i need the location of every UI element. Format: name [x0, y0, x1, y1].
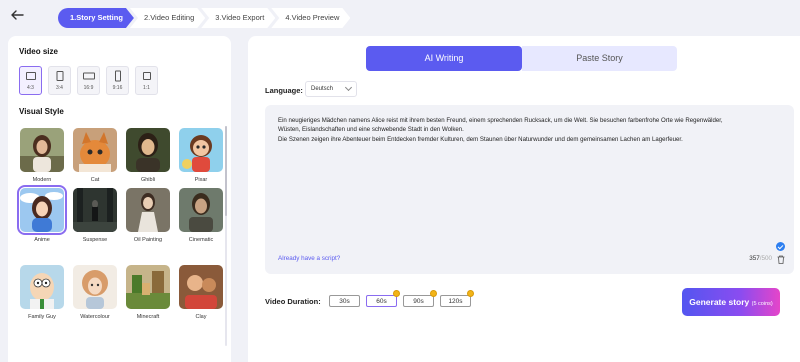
ratio-9-16-icon: [114, 70, 121, 82]
top-bar: 1.Story Setting 2.Video Editing 3.Video …: [0, 0, 800, 34]
visual-style-title: Visual Style: [19, 107, 64, 116]
story-line: Wüsten, Eislandschaften und eine schwebe…: [278, 126, 464, 134]
style-label: Cinematic: [188, 237, 214, 243]
generate-story-button[interactable]: Generate story (5 coins): [682, 288, 780, 316]
style-thumbnail: [126, 188, 170, 232]
size-label: 9:16: [112, 85, 123, 91]
tab-paste-story[interactable]: Paste Story: [522, 46, 677, 71]
size-label: 1:1: [143, 85, 150, 91]
chevron-down-icon: [344, 83, 353, 92]
duration-label: 90s: [413, 298, 424, 305]
style-thumbnail: [73, 265, 117, 309]
trash-icon[interactable]: [777, 255, 785, 264]
check-icon[interactable]: [776, 242, 785, 251]
step-video-export[interactable]: 3.Video Export: [201, 8, 275, 28]
duration-label: 30s: [339, 298, 350, 305]
style-thumbnail: [17, 185, 67, 235]
back-arrow-icon[interactable]: [10, 8, 24, 22]
coin-icon: [430, 290, 437, 297]
video-duration-options: 30s 60s 90s 120s: [329, 290, 474, 307]
size-option-9-16[interactable]: 9:16: [106, 66, 129, 95]
style-anime[interactable]: Anime: [17, 185, 67, 243]
duration-120s[interactable]: 120s: [440, 290, 474, 307]
story-text[interactable]: Ein neugieriges Mädchen namens Alice rei…: [278, 116, 783, 144]
duration-label: 120s: [448, 298, 463, 305]
style-thumbnail: [20, 128, 64, 172]
style-minecraft[interactable]: Minecraft: [126, 265, 170, 320]
generate-cost: (5 coins): [751, 301, 773, 307]
language-value: Deutsch: [311, 86, 334, 92]
style-oil-painting[interactable]: Oil Painting: [126, 188, 170, 243]
size-option-1-1[interactable]: 1:1: [135, 66, 158, 95]
style-label: Suspense: [82, 237, 108, 243]
ratio-3-4-icon: [56, 71, 63, 81]
style-thumbnail: [73, 128, 117, 172]
style-label: Pixar: [194, 177, 208, 183]
char-count-max: /500: [759, 255, 772, 262]
style-family-guy[interactable]: Family Guy: [20, 265, 64, 320]
duration-90s[interactable]: 90s: [403, 290, 437, 307]
style-ghibli[interactable]: Ghibli: [126, 128, 170, 183]
style-cinematic[interactable]: Cinematic: [179, 188, 223, 243]
style-clay[interactable]: Clay: [179, 265, 223, 320]
duration-label: 60s: [376, 298, 387, 305]
story-line: Ein neugieriges Mädchen namens Alice rei…: [278, 117, 723, 124]
ratio-1-1-icon: [142, 72, 151, 80]
char-count-value: 357: [749, 255, 760, 262]
step-video-editing[interactable]: 2.Video Editing: [130, 8, 205, 28]
duration-30s[interactable]: 30s: [329, 295, 360, 307]
style-suspense[interactable]: Suspense: [73, 188, 117, 243]
ratio-16-9-icon: [82, 72, 95, 80]
style-thumbnail: [179, 128, 223, 172]
step-story-setting[interactable]: 1.Story Setting: [58, 8, 134, 28]
story-mode-tabs: AI Writing Paste Story: [366, 46, 677, 71]
style-thumbnail: [73, 188, 117, 232]
style-thumbnail: [126, 265, 170, 309]
character-count: 357/500: [749, 255, 772, 262]
style-thumbnail: [179, 265, 223, 309]
story-textarea[interactable]: Ein neugieriges Mädchen namens Alice rei…: [265, 105, 794, 274]
already-have-script-link[interactable]: Already have a script?: [278, 255, 340, 262]
size-option-4-3[interactable]: 4:3: [19, 66, 42, 95]
style-modern[interactable]: Modern: [20, 128, 64, 183]
style-thumbnail: [179, 188, 223, 232]
style-label: Watercolour: [80, 314, 110, 320]
style-watercolour[interactable]: Watercolour: [73, 265, 117, 320]
style-label: Ghibli: [140, 177, 156, 183]
language-label: Language:: [265, 86, 303, 95]
size-option-3-4[interactable]: 3:4: [48, 66, 71, 95]
style-thumbnail: [20, 265, 64, 309]
style-scrollbar-thumb[interactable]: [225, 126, 227, 216]
style-label: Cat: [90, 177, 100, 183]
settings-panel: Video size 4:3 3:4 16:9 9:16 1:1 Visual …: [8, 36, 231, 362]
story-line: Die Szenen zeigen ihre Abenteuer beim En…: [278, 135, 683, 143]
ratio-4-3-icon: [25, 72, 36, 80]
video-size-title: Video size: [19, 47, 58, 56]
coin-icon: [393, 290, 400, 297]
style-label: Modern: [32, 177, 52, 183]
style-label: Oil Painting: [133, 237, 163, 243]
size-label: 16:9: [83, 85, 94, 91]
style-label: Clay: [195, 314, 207, 320]
step-video-preview[interactable]: 4.Video Preview: [271, 8, 350, 28]
style-pixar[interactable]: Pixar: [179, 128, 223, 183]
size-label: 3:4: [56, 85, 63, 91]
size-label: 4:3: [27, 85, 34, 91]
size-option-16-9[interactable]: 16:9: [77, 66, 100, 95]
story-panel: AI Writing Paste Story Language: Deutsch…: [248, 36, 800, 362]
generate-label: Generate story: [689, 297, 750, 307]
style-label: Minecraft: [136, 314, 160, 320]
duration-60s[interactable]: 60s: [366, 290, 400, 307]
video-duration-label: Video Duration:: [265, 297, 321, 306]
style-label: Anime: [34, 237, 50, 243]
video-size-options: 4:3 3:4 16:9 9:16 1:1: [19, 66, 158, 95]
language-select[interactable]: Deutsch: [305, 81, 357, 97]
style-thumbnail: [126, 128, 170, 172]
coin-icon: [467, 290, 474, 297]
step-progress: 1.Story Setting 2.Video Editing 3.Video …: [58, 8, 346, 28]
tab-ai-writing[interactable]: AI Writing: [366, 46, 522, 71]
style-label: Family Guy: [28, 314, 56, 320]
style-cat[interactable]: Cat: [73, 128, 117, 183]
